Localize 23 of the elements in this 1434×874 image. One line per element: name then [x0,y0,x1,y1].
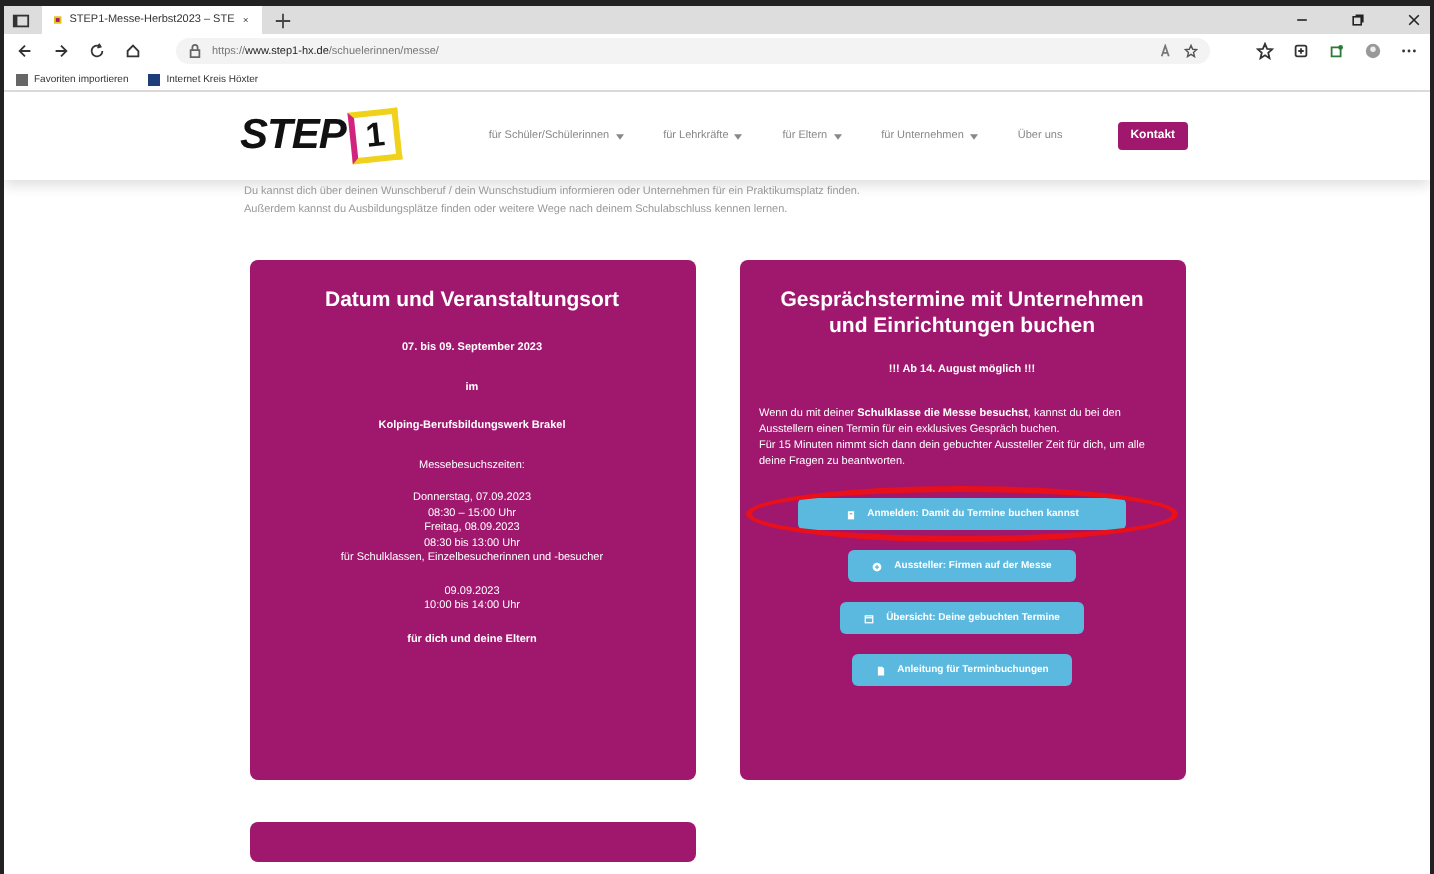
document-icon [875,665,886,675]
forward-icon[interactable] [52,42,70,60]
star-icon[interactable] [1184,44,1198,58]
read-aloud-icon[interactable] [1160,44,1174,58]
favorites-icon[interactable] [1256,42,1274,60]
restore-icon[interactable] [1350,12,1366,28]
extension-icon[interactable] [1328,42,1346,60]
plus-circle-icon [872,561,883,571]
collections-icon[interactable] [1292,42,1310,60]
site-logo[interactable]: STEP 1 [240,110,401,162]
calendar-icon [864,613,875,623]
close-window-icon[interactable] [1406,12,1422,28]
site-favicon-icon [54,14,62,26]
lock-icon [188,44,202,58]
new-tab-icon[interactable] [274,11,292,29]
card-title: Gesprächstermine mit Unternehmen und Einrichtungen buchen [778,288,1146,340]
tab-actions-icon[interactable] [12,11,30,29]
home-icon[interactable] [124,42,142,60]
card-title: Datum und Veranstaltungsort [322,288,621,314]
profile-icon[interactable] [1364,42,1382,60]
reload-icon[interactable] [88,42,106,60]
back-icon[interactable] [16,42,34,60]
building-icon [845,509,856,519]
